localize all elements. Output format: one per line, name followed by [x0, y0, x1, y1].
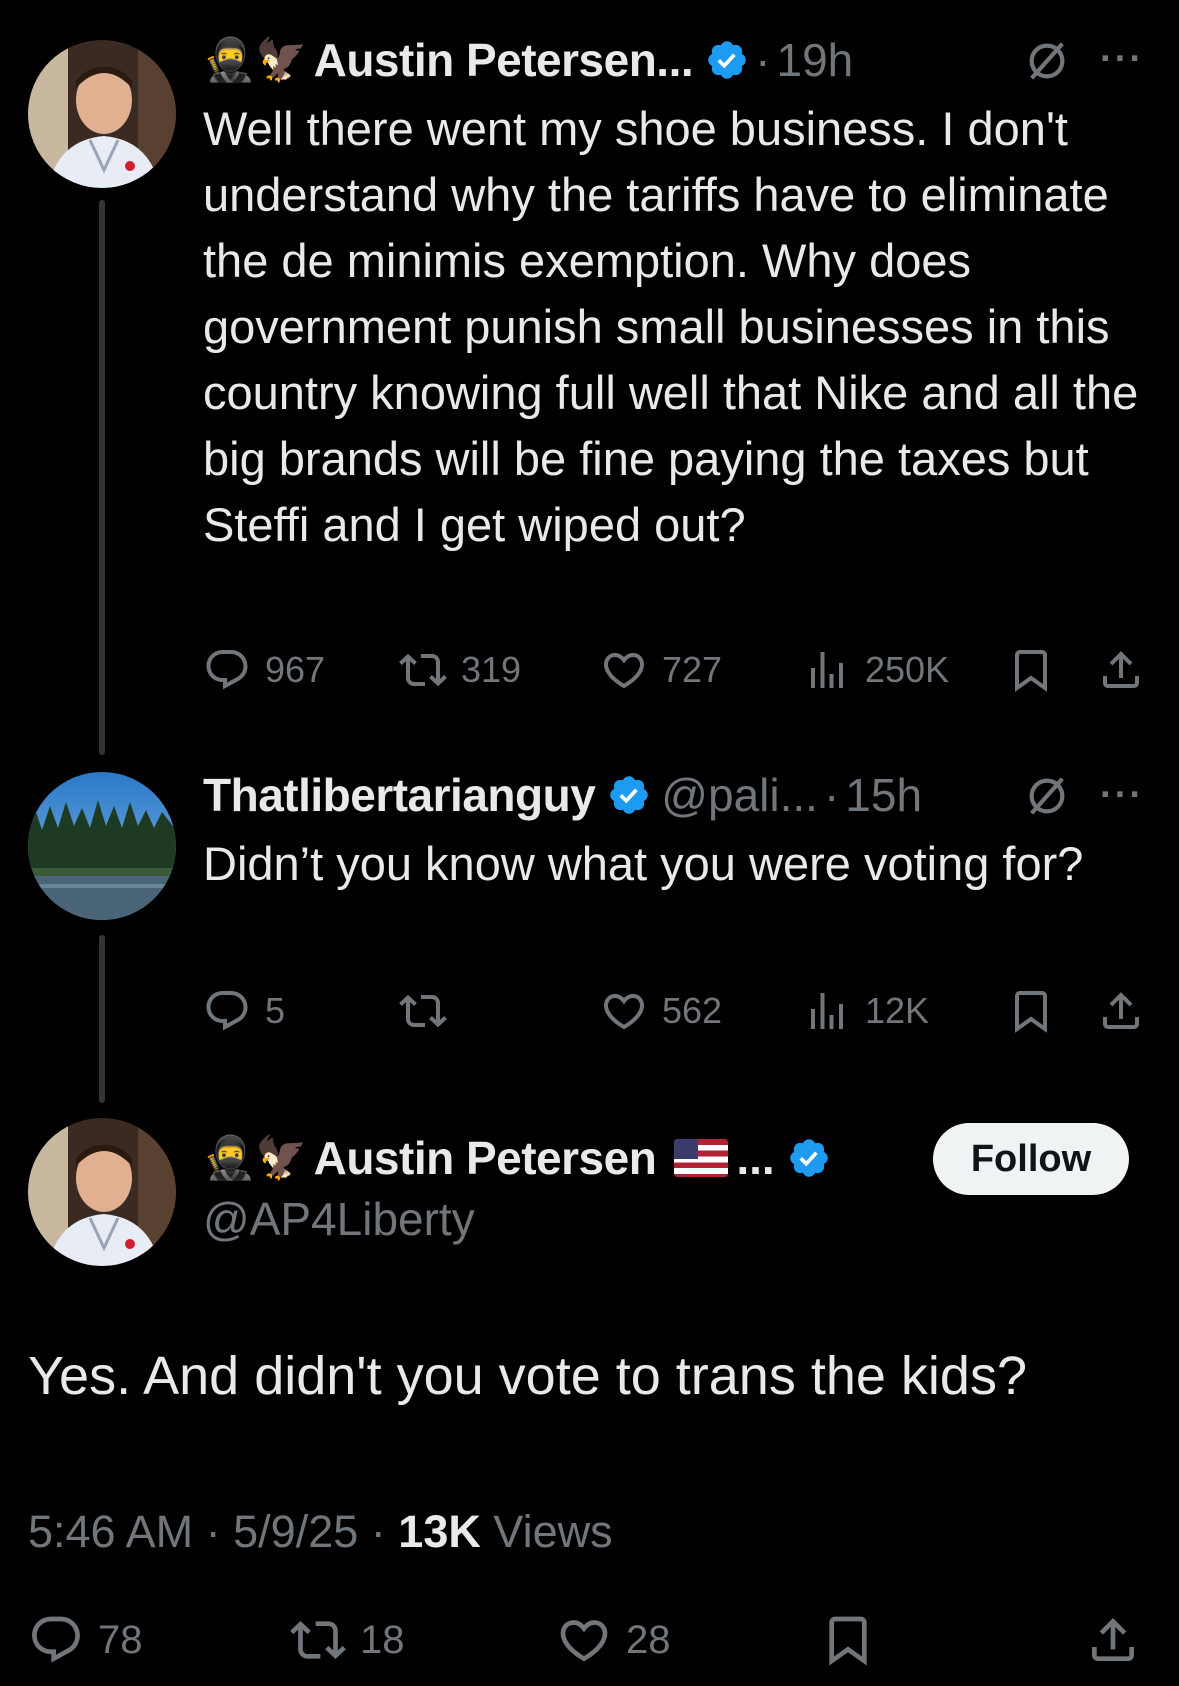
like-count: 727 — [662, 649, 723, 690]
name-ellipsis: ... — [736, 1132, 775, 1184]
verified-icon — [787, 1136, 831, 1180]
action-bar: 5 562 12K — [203, 981, 1149, 1041]
like-icon — [600, 646, 648, 694]
reply-button[interactable]: 5 — [203, 981, 285, 1041]
timestamp[interactable]: 19h — [776, 33, 853, 87]
avatar[interactable] — [28, 40, 176, 188]
tweet-header: Thatlibertarianguy @pali... · 15h — [203, 765, 922, 825]
author-name[interactable]: Thatlibertarianguy — [203, 768, 596, 822]
like-button[interactable]: 727 — [600, 640, 722, 700]
bookmark-icon — [1007, 646, 1055, 694]
reply-count: 967 — [265, 649, 326, 690]
share-button[interactable] — [1085, 1610, 1141, 1670]
reply-icon — [203, 646, 251, 694]
bookmark-icon — [1007, 987, 1055, 1035]
timestamp[interactable]: 15h — [845, 768, 922, 822]
grok-icon[interactable] — [1024, 38, 1070, 84]
reply-button[interactable]: 967 — [203, 640, 325, 700]
like-icon — [556, 1612, 612, 1668]
views-button[interactable]: 250K — [803, 640, 949, 700]
reply-count: 5 — [265, 990, 286, 1031]
repost-button[interactable]: 18 — [290, 1610, 405, 1670]
us-flag-icon — [674, 1139, 729, 1177]
share-button[interactable] — [1097, 981, 1145, 1041]
views-count: 250K — [865, 649, 950, 690]
tweet-header: 🥷🦅 Austin Petersen... · 19h — [203, 30, 853, 90]
views-button[interactable]: 12K — [803, 981, 929, 1041]
author-name[interactable]: Austin Petersen... — [314, 33, 694, 87]
repost-icon — [399, 987, 447, 1035]
tweet-date[interactable]: 5/9/25 — [233, 1506, 358, 1557]
separator-dot: · — [370, 1506, 386, 1557]
tweet-text: Yes. And didn't you vote to trans the ki… — [28, 1346, 1027, 1406]
like-count: 562 — [662, 990, 723, 1031]
share-icon — [1085, 1612, 1141, 1668]
views-icon — [803, 646, 851, 694]
author-handle[interactable]: @AP4Liberty — [203, 1192, 475, 1246]
repost-button[interactable]: 319 — [399, 640, 521, 700]
grok-icon[interactable] — [1024, 773, 1070, 819]
action-bar: 967 319 727 250K — [203, 640, 1149, 700]
repost-icon — [399, 646, 447, 694]
reply-icon — [203, 987, 251, 1035]
bookmark-button[interactable] — [820, 1610, 876, 1670]
reply-icon — [28, 1612, 84, 1668]
reply-count: 78 — [98, 1617, 143, 1662]
like-count: 28 — [626, 1617, 671, 1662]
author-name[interactable]: Austin Petersen — [314, 1131, 657, 1185]
share-icon — [1097, 646, 1145, 694]
bookmark-icon — [820, 1612, 876, 1668]
verified-icon — [705, 38, 749, 82]
tweet-text: Well there went my shoe business. I don'… — [203, 102, 1139, 551]
share-button[interactable] — [1097, 640, 1145, 700]
separator-dot: · — [205, 1506, 221, 1557]
repost-count: 319 — [461, 649, 522, 690]
action-bar: 78 18 28 — [0, 1610, 1179, 1674]
repost-button[interactable] — [399, 981, 461, 1041]
views-icon — [803, 987, 851, 1035]
more-icon[interactable]: ··· — [1100, 38, 1144, 81]
views-count: 12K — [865, 990, 930, 1031]
avatar[interactable] — [28, 772, 176, 920]
bookmark-button[interactable] — [1007, 640, 1055, 700]
thread-line — [99, 200, 105, 755]
follow-button[interactable]: Follow — [933, 1123, 1129, 1195]
views-count: 13K — [398, 1506, 481, 1557]
tweet-meta: 5:46 AM · 5/9/25 · 13K Views — [28, 1506, 613, 1558]
author-handle[interactable]: @pali... — [661, 768, 818, 822]
tweet-time[interactable]: 5:46 AM — [28, 1506, 193, 1557]
repost-icon — [290, 1612, 346, 1668]
share-icon — [1097, 987, 1145, 1035]
separator-dot: · — [755, 34, 771, 86]
verified-icon — [607, 773, 651, 817]
views-label: Views — [493, 1506, 613, 1557]
separator-dot: · — [823, 769, 840, 821]
name-emoji: 🥷🦅 — [203, 1134, 308, 1181]
repost-count: 18 — [360, 1617, 405, 1662]
reply-button[interactable]: 78 — [28, 1610, 143, 1670]
like-icon — [600, 987, 648, 1035]
avatar[interactable] — [28, 1118, 176, 1266]
like-button[interactable]: 28 — [556, 1610, 671, 1670]
name-emoji: 🥷🦅 — [203, 36, 308, 83]
like-button[interactable]: 562 — [600, 981, 722, 1041]
tweet-header: 🥷🦅 Austin Petersen ... — [203, 1128, 831, 1188]
tweet-text: Didn’t you know what you were voting for… — [203, 837, 1084, 890]
more-icon[interactable]: ··· — [1100, 774, 1144, 817]
thread-line — [99, 935, 105, 1103]
bookmark-button[interactable] — [1007, 981, 1055, 1041]
